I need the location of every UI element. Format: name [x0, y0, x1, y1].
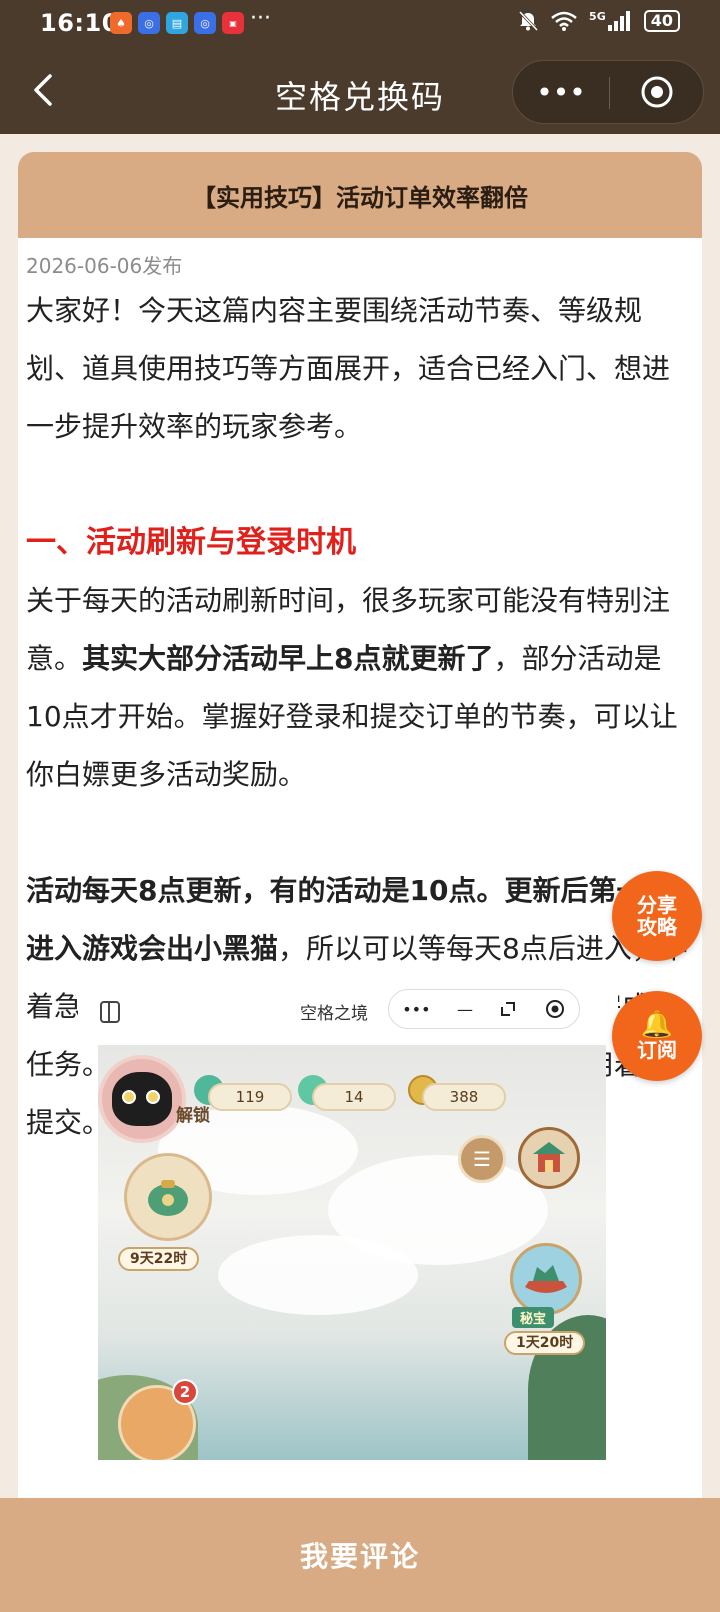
section-heading: 一、活动刷新与登录时机: [26, 525, 356, 560]
embedded-minimize-icon: —: [456, 999, 473, 1019]
browser-icon: ◎: [138, 12, 160, 34]
mute-icon: [518, 10, 539, 32]
subscribe-button[interactable]: 🔔 订阅: [612, 991, 702, 1081]
lucky-bag-button[interactable]: [124, 1153, 212, 1241]
treasure-timer: 1天20时: [504, 1331, 586, 1355]
status-bar: 16:10 ♠ ◎ ▤ ◎ ▣ ··· 5G 40: [0, 0, 720, 48]
browser-icon-2: ◎: [194, 12, 216, 34]
close-miniprogram-button[interactable]: [609, 61, 705, 123]
article-title: 【实用技巧】活动订单效率翻倍: [18, 152, 702, 238]
status-more-icon: ···: [250, 6, 271, 31]
signal-icon: [607, 11, 630, 31]
subscribe-label: 订阅: [637, 1038, 677, 1062]
battery-indicator: 40: [643, 10, 680, 32]
more-dots-icon: •••: [536, 75, 586, 109]
menu-button[interactable]: ☰: [458, 1135, 506, 1183]
share-guide-button[interactable]: 分享 攻略: [612, 871, 702, 961]
network-type: 5G: [589, 9, 606, 23]
dragon-boat-icon: [525, 1265, 567, 1293]
refresh-paragraph: 关于每天的活动刷新时间，很多玩家可能没有特别注意。其实大部分活动早上8点就更新了…: [26, 572, 690, 804]
treasure-button[interactable]: [510, 1243, 582, 1315]
treasure-label: 秘宝: [512, 1307, 555, 1328]
embedded-more-icon: •••: [402, 999, 431, 1019]
refresh-text-bold: 其实大部分活动早上8点就更新了: [82, 642, 494, 675]
comment-label: 我要评论: [299, 1540, 420, 1573]
notification-badge: 2: [172, 1379, 198, 1405]
miniprogram-capsule: •••: [512, 60, 704, 124]
embedded-restore-icon: [501, 1002, 516, 1016]
reader-icon: ▤: [166, 12, 188, 34]
status-right: 5G 40: [517, 10, 680, 32]
status-app-icons: ♠ ◎ ▤ ◎ ▣: [110, 12, 244, 34]
resource-counter-2: 14: [312, 1083, 396, 1111]
article-card: 【实用技巧】活动订单效率翻倍 2026-06-06发布 大家好！今天这篇内容主要…: [18, 152, 702, 1612]
unlock-label: 解锁: [176, 1106, 210, 1126]
pavilion-button[interactable]: [518, 1127, 580, 1189]
embedded-capsule: ••• —: [388, 989, 580, 1029]
status-time: 16:10: [40, 9, 119, 37]
share-line-2: 攻略: [637, 915, 677, 939]
black-cat-icon: [112, 1072, 172, 1126]
lucky-timer: 9天22时: [118, 1247, 200, 1271]
target-close-icon: [641, 76, 673, 108]
shopping-app-icon: ▣: [222, 12, 244, 34]
intro-paragraph: 大家好！今天这篇内容主要围绕活动节奏、等级规划、道具使用技巧等方面展开，适合已经…: [26, 294, 671, 443]
embedded-title: 空格之境: [300, 1004, 368, 1024]
bell-icon: 🔔: [640, 1010, 674, 1040]
comment-button[interactable]: 我要评论: [0, 1498, 720, 1612]
title-bar: 空格兑换码 •••: [0, 48, 720, 134]
pavilion-icon: [533, 1142, 565, 1172]
panel-icon: [100, 1001, 120, 1023]
app-notification-icon: ♠: [110, 12, 132, 34]
share-line-1: 分享: [637, 893, 677, 917]
list-icon: ☰: [473, 1147, 491, 1171]
embedded-screenshot[interactable]: 空格之境 ••• — 119 14 388 解锁 9天22时 ☰ 秘宝 1天20…: [78, 975, 618, 1460]
wifi-icon: [551, 11, 577, 31]
more-button[interactable]: •••: [513, 61, 609, 123]
player-avatar[interactable]: [98, 1055, 186, 1143]
resource-counter-3: 388: [422, 1083, 506, 1111]
embedded-title-bar: 空格之境 ••• —: [78, 975, 618, 1045]
publish-date: 2026-06-06发布: [26, 254, 183, 278]
lucky-bag-icon: [148, 1180, 188, 1216]
embedded-close-icon: [545, 1000, 564, 1018]
cloud: [218, 1235, 418, 1315]
game-scene: 119 14 388 解锁 9天22时 ☰ 秘宝 1天20时 2: [98, 1045, 606, 1460]
resource-counter-1: 119: [208, 1083, 292, 1111]
